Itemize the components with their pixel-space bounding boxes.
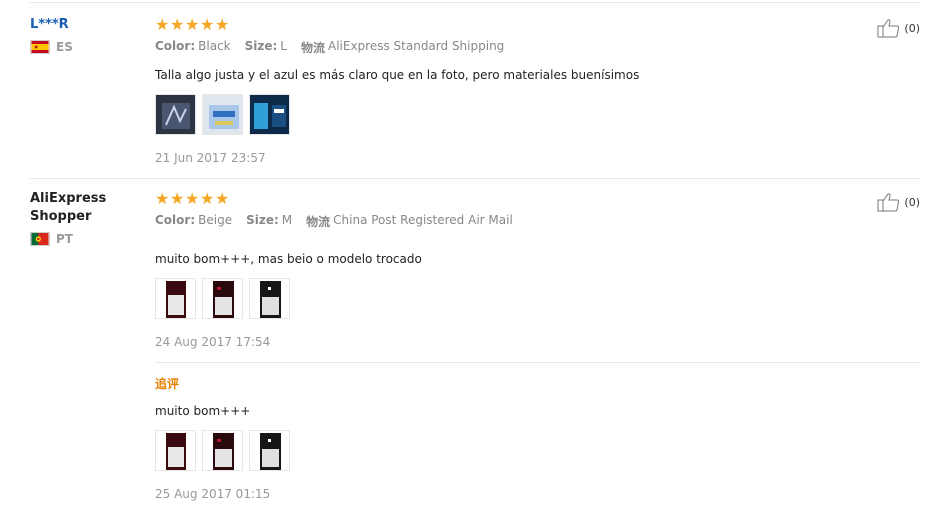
order-attributes: Color: Black Size: L 物流 AliExpress Stand… xyxy=(155,39,920,56)
review-item: AliExpress Shopper PT ★ ★ ★ ★ ★ Color: B… xyxy=(30,180,920,511)
shipping-label: 物流 xyxy=(300,41,325,55)
reviewer-country: ES xyxy=(30,40,140,54)
review-photo-thumbnail[interactable] xyxy=(155,278,196,319)
review-text: muito bom+++, mas beio o modelo trocado xyxy=(155,252,422,266)
review-photo-thumbnail[interactable] xyxy=(249,94,290,135)
followup-date: 25 Aug 2017 01:15 xyxy=(155,487,271,501)
review-photo-thumbnail[interactable] xyxy=(202,430,243,471)
helpful-button[interactable]: (0) xyxy=(877,18,920,38)
reviewer-name[interactable]: L***R xyxy=(30,16,140,34)
reviewer-name: AliExpress Shopper xyxy=(30,191,107,224)
top-divider xyxy=(30,2,920,3)
spain-flag-icon xyxy=(30,40,50,54)
portugal-flag-icon xyxy=(30,232,50,246)
shipping-value: AliExpress Standard Shipping xyxy=(327,39,505,53)
size-label: Size: xyxy=(246,213,279,227)
star-icon: ★ xyxy=(215,189,230,208)
thumbs-up-icon xyxy=(877,19,900,38)
star-icon: ★ xyxy=(155,15,170,34)
followup-photos xyxy=(155,430,920,471)
review-photo-thumbnail[interactable] xyxy=(155,430,196,471)
reviewer-info: L***R ES xyxy=(30,16,140,54)
star-icon: ★ xyxy=(215,15,230,34)
review-photo-thumbnail[interactable] xyxy=(249,278,290,319)
star-rating: ★ ★ ★ ★ ★ xyxy=(155,16,920,34)
review-content: ★ ★ ★ ★ ★ Color: Beige Size: M 物流 China … xyxy=(155,190,920,501)
star-icon: ★ xyxy=(200,189,215,208)
review-content: ★ ★ ★ ★ ★ Color: Black Size: L 物流 AliExp… xyxy=(155,16,920,165)
thumbs-up-icon xyxy=(877,193,900,212)
reviewer-country: PT xyxy=(30,232,140,246)
star-icon: ★ xyxy=(200,15,215,34)
shipping-label: 物流 xyxy=(306,215,331,229)
helpful-count: (0) xyxy=(904,195,920,209)
shipping-value: China Post Registered Air Mail xyxy=(333,213,513,227)
review-photo-thumbnail[interactable] xyxy=(249,430,290,471)
reviewer-info: AliExpress Shopper PT xyxy=(30,190,140,246)
order-attributes: Color: Beige Size: M 物流 China Post Regis… xyxy=(155,213,920,230)
country-code: PT xyxy=(56,232,73,246)
review-date: 24 Aug 2017 17:54 xyxy=(155,335,271,349)
star-icon: ★ xyxy=(185,15,200,34)
star-icon: ★ xyxy=(170,15,185,34)
color-label: Color: xyxy=(155,213,196,227)
review-text: Talla algo justa y el azul es más claro … xyxy=(155,68,640,82)
review-photos xyxy=(155,278,920,319)
followup-title: 追评 xyxy=(155,377,180,391)
review-photos xyxy=(155,94,920,135)
review-date: 21 Jun 2017 23:57 xyxy=(155,151,266,165)
color-value: Beige xyxy=(198,213,233,227)
color-label: Color: xyxy=(155,39,196,53)
star-rating: ★ ★ ★ ★ ★ xyxy=(155,190,920,208)
review-item: L***R ES ★ ★ ★ ★ ★ Color: Black Size: L … xyxy=(30,6,920,179)
size-label: Size: xyxy=(244,39,278,53)
star-icon: ★ xyxy=(170,189,185,208)
star-icon: ★ xyxy=(155,189,170,208)
country-code: ES xyxy=(56,40,73,54)
color-value: Black xyxy=(198,39,231,53)
size-value: M xyxy=(281,213,293,227)
followup-text: muito bom+++ xyxy=(155,404,251,418)
review-photo-thumbnail[interactable] xyxy=(202,94,243,135)
size-value: L xyxy=(280,39,287,53)
review-photo-thumbnail[interactable] xyxy=(202,278,243,319)
helpful-button[interactable]: (0) xyxy=(877,192,920,212)
helpful-count: (0) xyxy=(904,21,920,35)
review-photo-thumbnail[interactable] xyxy=(155,94,196,135)
star-icon: ★ xyxy=(185,189,200,208)
followup-review: 追评 muito bom+++ 25 Aug 2017 01:15 xyxy=(155,362,920,501)
